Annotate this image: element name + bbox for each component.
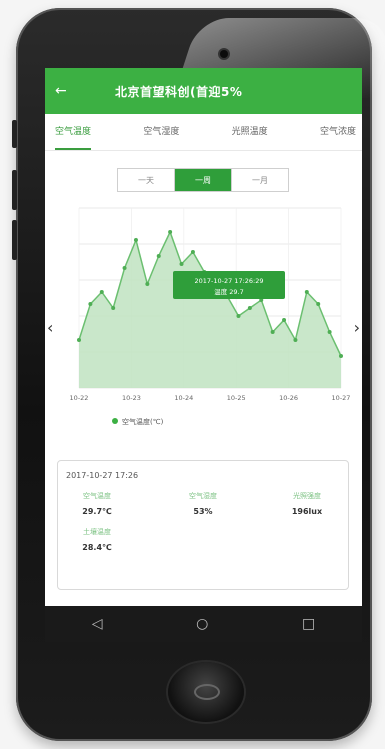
data-point — [99, 290, 104, 294]
x-tick-label: 10-26 — [279, 394, 298, 402]
tab-bar: 空气温度 空气湿度 光照温度 空气浓度 — [45, 114, 362, 151]
detail-value: 29.7℃ — [82, 507, 112, 516]
series-area — [79, 232, 341, 388]
x-tick-label: 10-23 — [122, 394, 141, 402]
data-point — [190, 250, 195, 254]
detail-air-humidity: 空气湿度 53% — [168, 491, 238, 516]
data-point — [282, 318, 287, 322]
data-point — [316, 302, 321, 306]
data-point — [145, 282, 150, 286]
detail-value: 196lux — [291, 507, 323, 516]
side-button — [12, 220, 17, 260]
data-point — [122, 266, 127, 270]
detail-air-temperature: 空气温度 29.7℃ — [62, 491, 132, 516]
tooltip-value: 温度 29.7 — [214, 287, 244, 296]
legend-label: 空气温度(℃) — [122, 417, 164, 426]
data-point — [270, 330, 275, 334]
recents-icon[interactable]: □ — [302, 616, 315, 632]
data-point — [179, 262, 184, 266]
data-point — [111, 306, 116, 310]
detail-value: 53% — [193, 507, 213, 516]
x-tick-label: 10-24 — [174, 394, 193, 402]
x-tick-label: 10-22 — [70, 394, 89, 402]
range-day-button[interactable]: 一天 — [118, 169, 175, 191]
data-point — [88, 302, 93, 306]
detail-timestamp: 2017-10-27 17:26 — [66, 471, 139, 480]
x-tick-label: 10-27 — [332, 394, 351, 402]
page-title: 北京首望科创(首迎5% — [115, 84, 243, 99]
data-point — [156, 254, 161, 258]
detail-soil-temperature: 土壤温度 28.4℃ — [62, 527, 132, 552]
data-point — [133, 238, 138, 242]
data-point — [236, 314, 241, 318]
x-tick-label: 10-25 — [227, 394, 246, 402]
data-point — [77, 338, 81, 342]
side-button — [12, 170, 17, 210]
tooltip-time: 2017-10-27 17:26:29 — [194, 277, 263, 285]
range-month-button[interactable]: 一月 — [232, 169, 288, 191]
detail-light: 光照强度 196lux — [272, 491, 342, 516]
chart-tooltip: 2017-10-27 17:26:29 温度 29.7 — [173, 271, 285, 299]
tab-air-concentration[interactable]: 空气浓度 — [320, 124, 356, 150]
tab-air-temperature[interactable]: 空气温度 — [55, 124, 92, 150]
temperature-chart: 10-22 10-23 10-24 10-25 10-26 10-27 2017-10-2… — [70, 207, 351, 426]
tab-light[interactable]: 光照温度 — [232, 124, 268, 150]
app-bar: ← 北京首望科创(首迎5% — [45, 68, 362, 114]
legend-swatch — [112, 418, 118, 424]
data-point — [339, 354, 343, 358]
detail-card: 2017-10-27 17:26 空气温度 29.7℃ 空气湿度 53% 光照强… — [57, 460, 349, 590]
tab-air-humidity[interactable]: 空气湿度 — [143, 124, 179, 150]
detail-value: 28.4℃ — [82, 543, 112, 552]
detail-label: 空气温度 — [83, 492, 111, 500]
detail-label: 光照强度 — [293, 492, 321, 500]
range-week-button[interactable]: 一周 — [175, 169, 232, 191]
chart-legend: 空气温度(℃) — [112, 417, 164, 426]
app-screen: ← 北京首望科创(首迎5% 空气温度 空气湿度 光照温度 空气浓度 一天 一周 … — [45, 68, 362, 606]
data-point — [327, 330, 332, 334]
back-arrow-icon[interactable]: ← — [55, 83, 77, 99]
data-point — [247, 306, 252, 310]
camera-icon — [220, 50, 228, 58]
back-icon[interactable]: ◁ — [92, 616, 103, 632]
data-point — [293, 338, 298, 342]
data-point — [304, 290, 309, 294]
home-icon[interactable]: ○ — [196, 616, 208, 632]
android-nav-bar: ◁ ○ □ — [45, 606, 362, 642]
detail-label: 土壤温度 — [83, 528, 111, 536]
home-button[interactable] — [168, 662, 244, 722]
x-axis-labels: 10-22 10-23 10-24 10-25 10-26 10-27 — [70, 394, 351, 402]
side-button — [12, 120, 17, 148]
detail-label: 空气湿度 — [189, 492, 217, 500]
data-point — [168, 230, 173, 234]
range-selector: 一天 一周 一月 — [117, 168, 289, 192]
